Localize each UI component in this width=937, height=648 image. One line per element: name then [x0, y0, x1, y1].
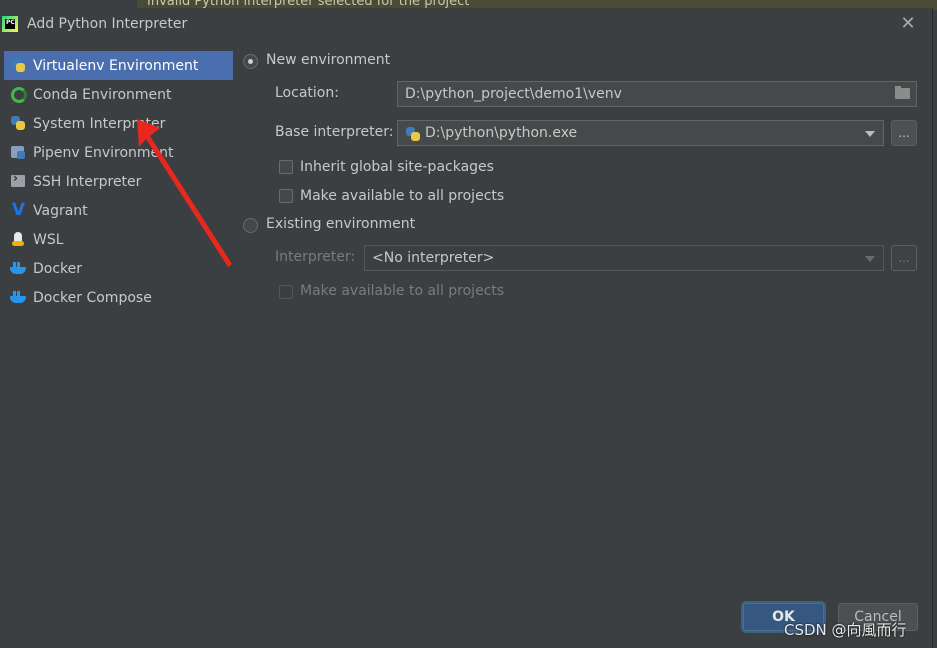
interpreter-value: <No interpreter>: [372, 250, 495, 266]
make-available-checkbox[interactable]: [279, 189, 293, 203]
sidebar-item-label: Docker Compose: [33, 289, 152, 306]
sidebar-item-virtualenv[interactable]: Virtualenv Environment: [4, 51, 233, 80]
dialog-title: Add Python Interpreter: [27, 16, 188, 32]
sidebar-item-label: Virtualenv Environment: [33, 57, 199, 74]
new-environment-label: New environment: [266, 52, 391, 68]
add-python-interpreter-dialog: PC Add Python Interpreter ✕ Virtualenv E…: [0, 8, 933, 648]
interpreter-label: Interpreter:: [275, 249, 356, 265]
sidebar-item-vagrant[interactable]: V Vagrant: [4, 196, 233, 225]
folder-icon[interactable]: [895, 86, 910, 99]
conda-icon: [11, 86, 27, 103]
python-icon: [10, 57, 27, 74]
sidebar-item-label: System Interpreter: [33, 115, 166, 132]
sidebar-item-label: Conda Environment: [33, 86, 172, 103]
pipenv-icon: [10, 144, 27, 161]
existing-make-available-checkbox[interactable]: [279, 285, 293, 299]
sidebar-item-pipenv[interactable]: Pipenv Environment: [4, 138, 233, 167]
python-icon: [10, 115, 27, 132]
sidebar-item-system-interpreter[interactable]: System Interpreter: [4, 109, 233, 138]
interpreter-select[interactable]: <No interpreter>: [364, 245, 884, 271]
docker-icon: [10, 260, 27, 277]
existing-environment-label: Existing environment: [266, 216, 416, 232]
existing-make-available-label: Make available to all projects: [300, 283, 505, 299]
location-value: D:\python_project\demo1\venv: [405, 86, 622, 102]
inherit-site-packages-label: Inherit global site-packages: [300, 159, 494, 175]
sidebar-item-ssh[interactable]: SSH Interpreter: [4, 167, 233, 196]
docker-icon: [10, 289, 27, 306]
sidebar-item-label: Docker: [33, 260, 83, 277]
dialog-titlebar: PC Add Python Interpreter ✕: [0, 8, 932, 42]
ssh-icon: [10, 171, 27, 190]
linux-icon: [10, 231, 27, 248]
python-icon: [405, 126, 420, 141]
sidebar-item-label: SSH Interpreter: [33, 173, 142, 190]
base-interpreter-select[interactable]: D:\python\python.exe: [397, 120, 884, 146]
chevron-down-icon: [865, 131, 875, 137]
new-environment-radio[interactable]: [243, 54, 258, 69]
interpreter-browse-button[interactable]: ...: [891, 245, 917, 271]
sidebar-item-wsl[interactable]: WSL: [4, 225, 233, 254]
base-interpreter-label: Base interpreter:: [275, 124, 394, 140]
location-label: Location:: [275, 85, 339, 101]
base-interpreter-browse-button[interactable]: ...: [891, 120, 917, 146]
existing-environment-radio[interactable]: [243, 218, 258, 233]
base-interpreter-value: D:\python\python.exe: [425, 125, 578, 141]
pycharm-logo-icon: PC: [2, 16, 18, 32]
vagrant-icon: V: [11, 200, 26, 220]
sidebar-item-label: Pipenv Environment: [33, 144, 174, 161]
close-icon[interactable]: ✕: [898, 14, 918, 34]
chevron-down-icon: [865, 256, 875, 262]
sidebar-item-conda[interactable]: Conda Environment: [4, 80, 233, 109]
csdn-watermark: CSDN @向風而行: [784, 621, 907, 639]
interpreter-type-list: Virtualenv Environment Conda Environment…: [4, 51, 233, 312]
sidebar-item-docker-compose[interactable]: Docker Compose: [4, 283, 233, 312]
location-input[interactable]: D:\python_project\demo1\venv: [397, 81, 917, 107]
make-available-label: Make available to all projects: [300, 188, 505, 204]
sidebar-item-label: Vagrant: [33, 202, 88, 219]
inherit-site-packages-checkbox[interactable]: [279, 160, 293, 174]
sidebar-item-label: WSL: [33, 231, 64, 248]
sidebar-item-docker[interactable]: Docker: [4, 254, 233, 283]
